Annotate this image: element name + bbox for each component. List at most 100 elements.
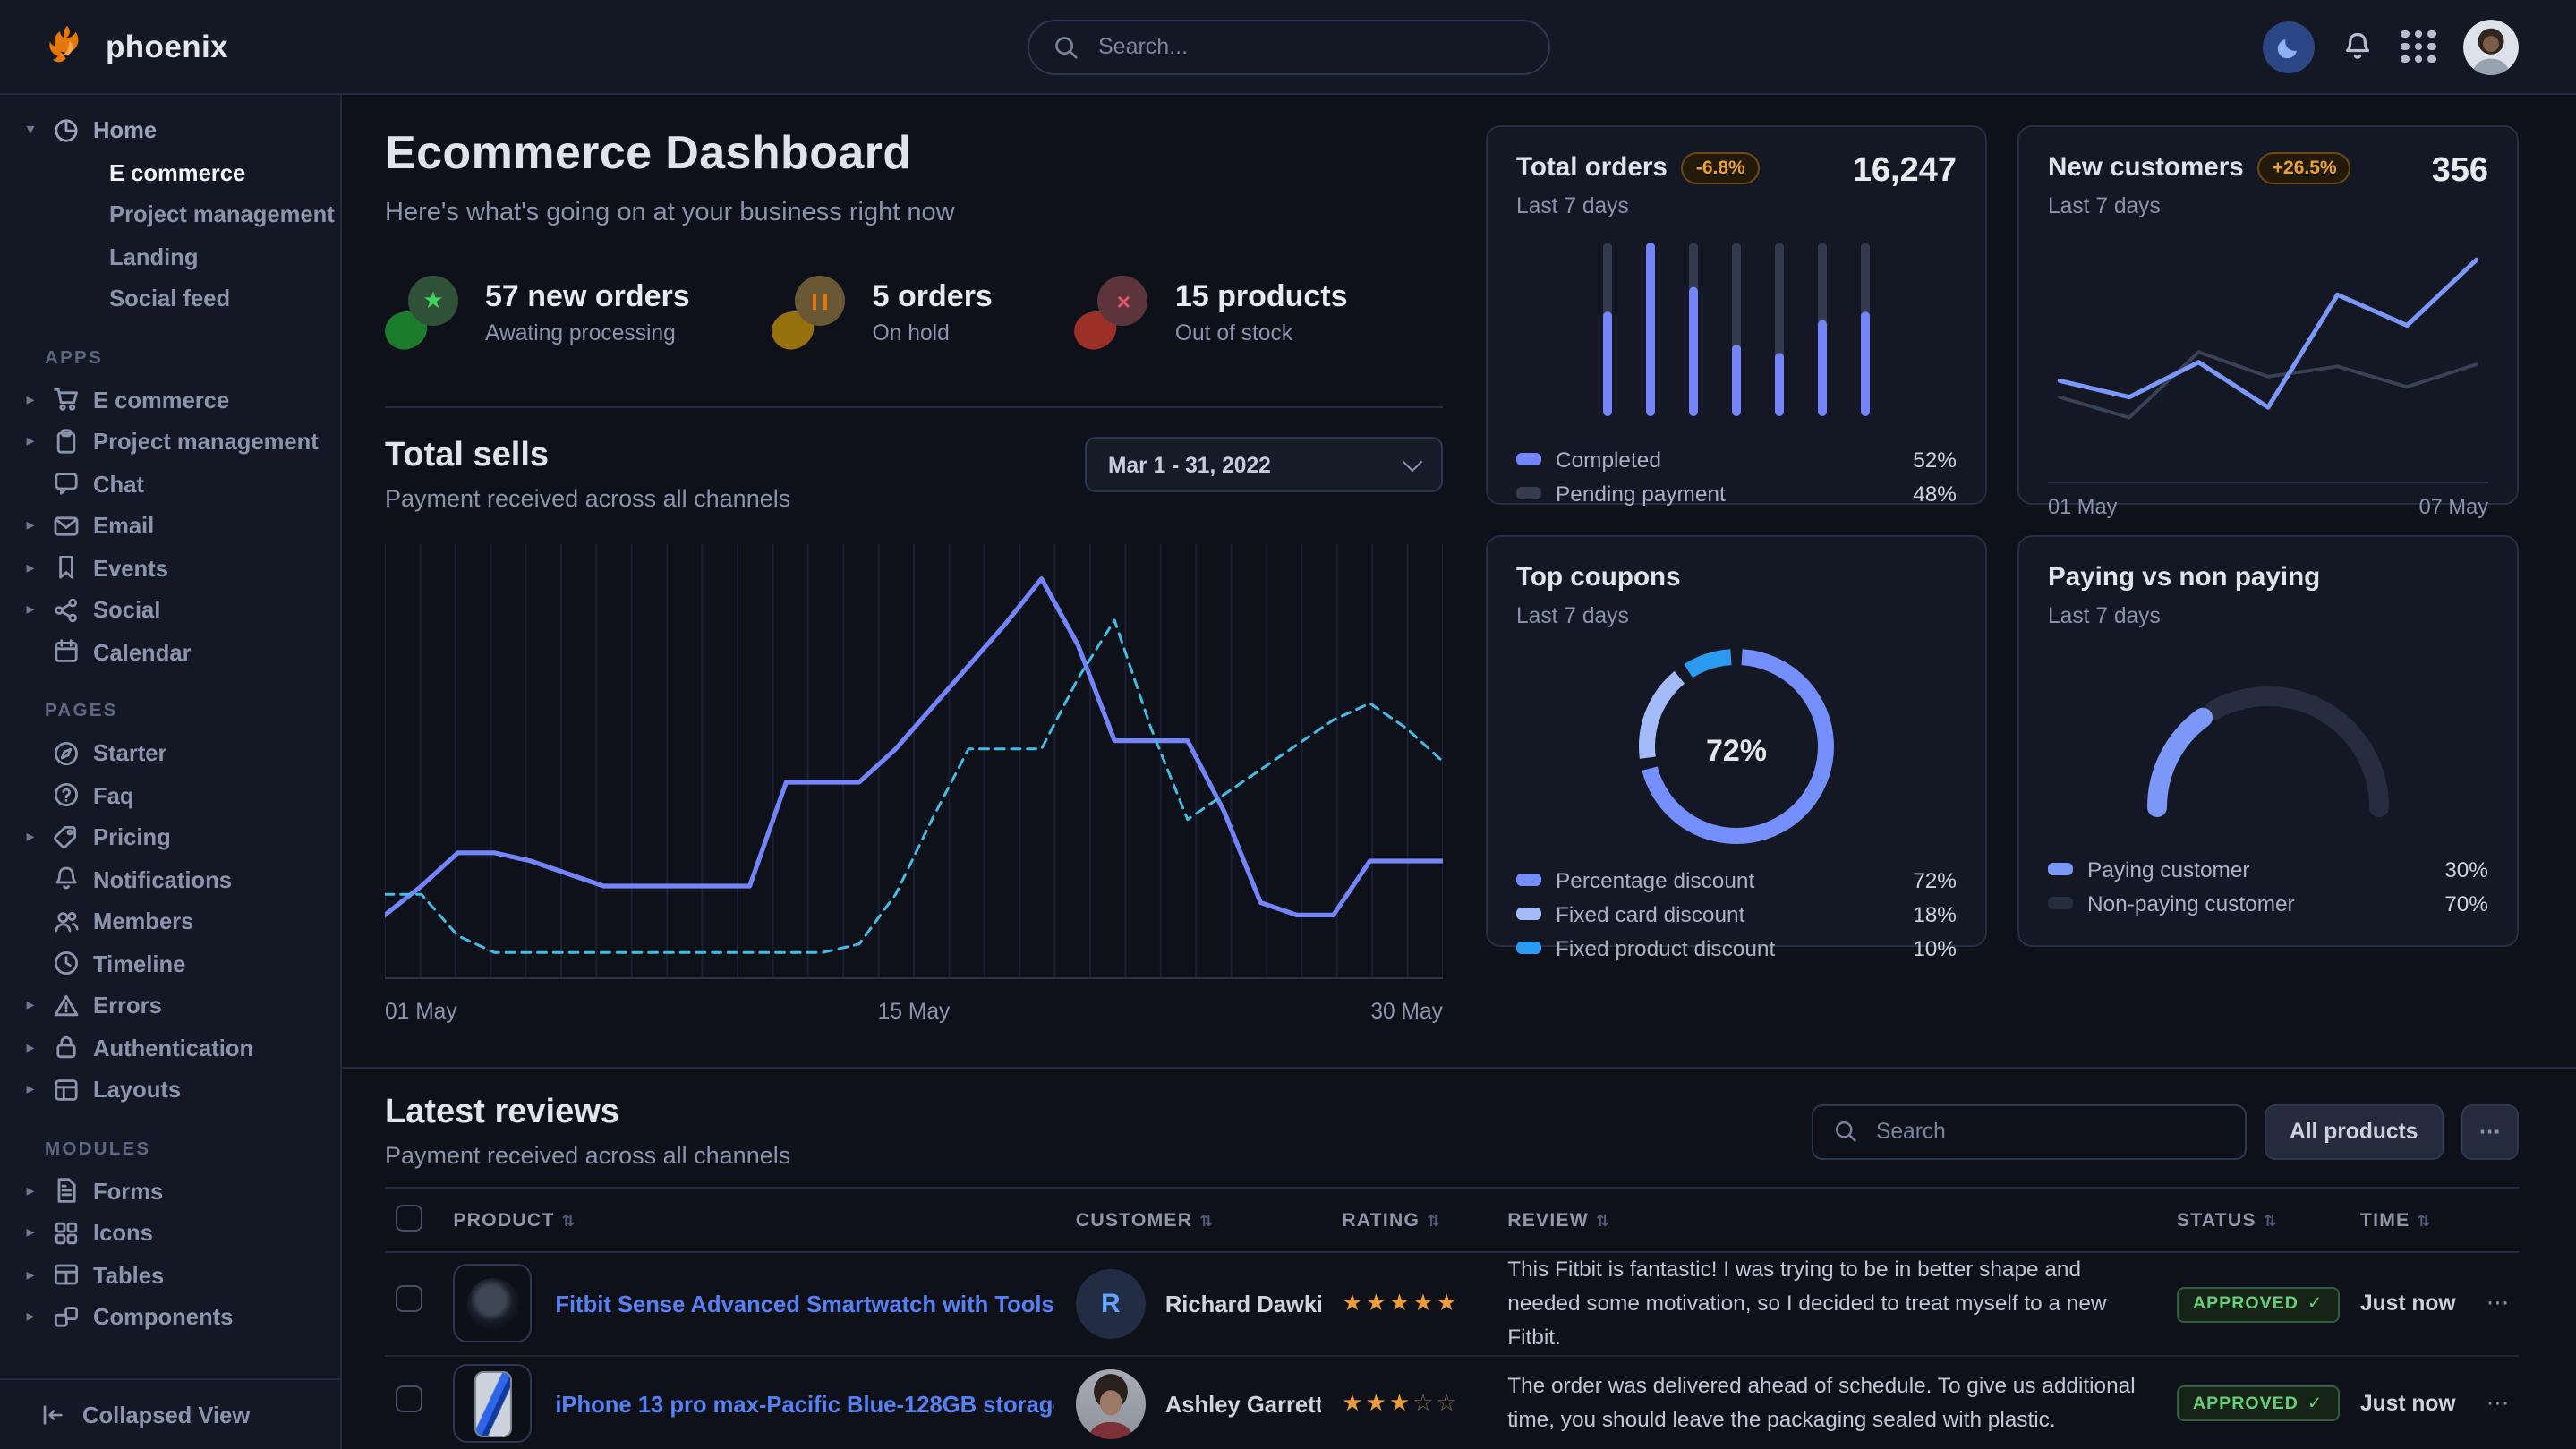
sidebar-item-layouts[interactable]: ▸Layouts — [0, 1069, 340, 1111]
legend-label: Fixed card discount — [1556, 901, 1744, 926]
reviews-table: PRODUCT⇅CUSTOMER⇅RATING⇅REVIEW⇅STATUS⇅TI… — [385, 1187, 2519, 1449]
sidebar-item-social[interactable]: ▸Social — [0, 589, 340, 631]
all-products-button[interactable]: All products — [2265, 1104, 2443, 1159]
column-header-customer[interactable]: CUSTOMER⇅ — [1065, 1188, 1331, 1252]
product-link[interactable]: Fitbit Sense Advanced Smartwatch with To… — [555, 1291, 1054, 1317]
product-cell: iPhone 13 pro max-Pacific Blue-128GB sto… — [453, 1364, 1054, 1443]
new-customers-value: 356 — [2432, 152, 2488, 192]
sidebar-subitem-e-commerce[interactable]: E commerce — [0, 151, 340, 193]
select-row-checkbox[interactable] — [396, 1286, 422, 1313]
user-avatar[interactable] — [2463, 19, 2519, 74]
sidebar-item-label: Social feed — [109, 286, 230, 312]
select-all-checkbox[interactable] — [396, 1204, 422, 1231]
column-header-status[interactable]: STATUS⇅ — [2166, 1188, 2350, 1252]
top-navbar: phoenix — [0, 0, 2576, 95]
review-text: This Fitbit is fantastic! I was trying t… — [1507, 1253, 2155, 1354]
sidebar-item-tables[interactable]: ▸Tables — [0, 1254, 340, 1296]
sidebar-item-label: Notifications — [93, 866, 232, 893]
apps-menu-button[interactable] — [2401, 30, 2436, 64]
sidebar-item-chat[interactable]: Chat — [0, 463, 340, 505]
x-tick: 01 May — [385, 999, 457, 1024]
sidebar-item-label: Forms — [93, 1178, 163, 1205]
sidebar-item-home[interactable]: ▾Home — [0, 109, 340, 151]
sidebar-section-title: APPS — [45, 348, 340, 368]
column-header-actions — [2476, 1188, 2519, 1252]
sidebar-item-label: Components — [93, 1304, 233, 1331]
select-row-checkbox[interactable] — [396, 1385, 422, 1412]
cart-icon — [52, 386, 81, 414]
product-thumbnail — [453, 1265, 532, 1343]
sidebar-item-authentication[interactable]: ▸Authentication — [0, 1027, 340, 1069]
stat-circle — [796, 276, 846, 326]
caret-down-icon: ▾ — [21, 121, 39, 141]
sidebar-item-components[interactable]: ▸ Components — [0, 1296, 340, 1338]
notifications-button[interactable] — [2341, 30, 2374, 63]
legend-swatch — [2048, 863, 2073, 875]
sidebar-item-faq[interactable]: Faq — [0, 774, 340, 816]
sidebar-item-timeline[interactable]: Timeline — [0, 942, 340, 984]
sidebar-item-events[interactable]: ▸Events — [0, 547, 340, 589]
caret-right-icon: ▸ — [21, 1308, 39, 1327]
column-header-rating[interactable]: RATING⇅ — [1331, 1188, 1497, 1252]
column-header-time[interactable]: TIME⇅ — [2350, 1188, 2476, 1252]
legend-row: Fixed card discount 18% — [1516, 897, 1957, 931]
legend-value: 72% — [1913, 867, 1957, 892]
customer-cell: RRichard Dawkins — [1076, 1269, 1320, 1339]
caret-right-icon: ▸ — [21, 996, 39, 1016]
theme-toggle-button[interactable] — [2263, 21, 2315, 72]
sidebar-item-label: Layouts — [93, 1077, 181, 1104]
date-range-select[interactable]: Mar 1 - 31, 2022 — [1085, 437, 1443, 492]
sidebar-item-label: Chat — [93, 471, 144, 498]
sidebar-item-notifications[interactable]: Notifications — [0, 858, 340, 900]
search-icon — [1833, 1119, 1858, 1144]
column-label: CUSTOMER — [1076, 1209, 1192, 1231]
sidebar-subitem-project-management[interactable]: Project management — [0, 193, 340, 235]
reviews-more-button[interactable]: ⋯ — [2461, 1104, 2519, 1159]
card-subtitle: Last 7 days — [1516, 193, 1760, 218]
stat-text: 57 new ordersAwating processing — [485, 278, 690, 345]
sidebar-item-starter[interactable]: Starter — [0, 732, 340, 774]
row-actions-button[interactable]: ⋯ — [2486, 1290, 2510, 1317]
x-tick: 07 May — [2419, 494, 2488, 519]
sidebar-item-members[interactable]: Members — [0, 900, 340, 942]
sidebar-item-errors[interactable]: ▸Errors — [0, 984, 340, 1027]
brand[interactable]: phoenix — [43, 23, 228, 70]
sidebar-item-calendar[interactable]: Calendar — [0, 631, 340, 673]
star-icon: ★ — [385, 274, 464, 349]
sidebar-item-icons[interactable]: ▸Icons — [0, 1212, 340, 1254]
card-title: Paying vs non paying — [2048, 564, 2320, 592]
row-actions-button[interactable]: ⋯ — [2486, 1389, 2510, 1416]
sidebar-item-label: Social — [93, 597, 160, 624]
legend-value: 18% — [1913, 901, 1957, 926]
sidebar-subitem-landing[interactable]: Landing — [0, 235, 340, 277]
collapse-sidebar-button[interactable]: Collapsed View — [0, 1378, 340, 1449]
reviews-search[interactable] — [1812, 1104, 2247, 1159]
sidebar-subitem-social-feed[interactable]: Social feed — [0, 277, 340, 320]
product-thumbnail — [453, 1364, 532, 1443]
column-header-product[interactable]: PRODUCT⇅ — [442, 1188, 1065, 1252]
sidebar-item-pricing[interactable]: ▸Pricing — [0, 816, 340, 858]
caret-right-icon: ▸ — [21, 1223, 39, 1243]
sidebar-item-email[interactable]: ▸Email — [0, 505, 340, 547]
stat-circle: ★ — [408, 276, 458, 326]
sidebar-item-e-commerce[interactable]: ▸E commerce — [0, 379, 340, 421]
rating-stars: ★★★★★ — [1342, 1290, 1460, 1317]
column-header-review[interactable]: REVIEW⇅ — [1497, 1188, 2166, 1252]
sidebar-item-forms[interactable]: ▸Forms — [0, 1170, 340, 1212]
star-filled-icon: ★ — [1366, 1389, 1389, 1416]
customer-name: Ashley Garrett — [1165, 1390, 1320, 1417]
global-search-input[interactable] — [1095, 32, 1524, 61]
main-content: Ecommerce Dashboard Here's what's going … — [342, 95, 2576, 1449]
reviews-search-input[interactable] — [1872, 1117, 2225, 1146]
sidebar-item-project-management[interactable]: ▸Project management — [0, 421, 340, 463]
product-link[interactable]: iPhone 13 pro max-Pacific Blue-128GB sto… — [555, 1390, 1054, 1417]
global-search[interactable] — [1027, 19, 1549, 74]
star-filled-icon: ★ — [1389, 1389, 1412, 1416]
users-icon — [52, 908, 81, 936]
legend-value: 30% — [2444, 857, 2488, 882]
sort-icon: ⇅ — [2417, 1211, 2431, 1229]
page-subtitle: Here's what's going on at your business … — [385, 199, 1443, 227]
pause-icon — [772, 274, 851, 349]
pause-glyph — [814, 293, 828, 309]
sidebar-item-label: Project management — [109, 201, 335, 228]
